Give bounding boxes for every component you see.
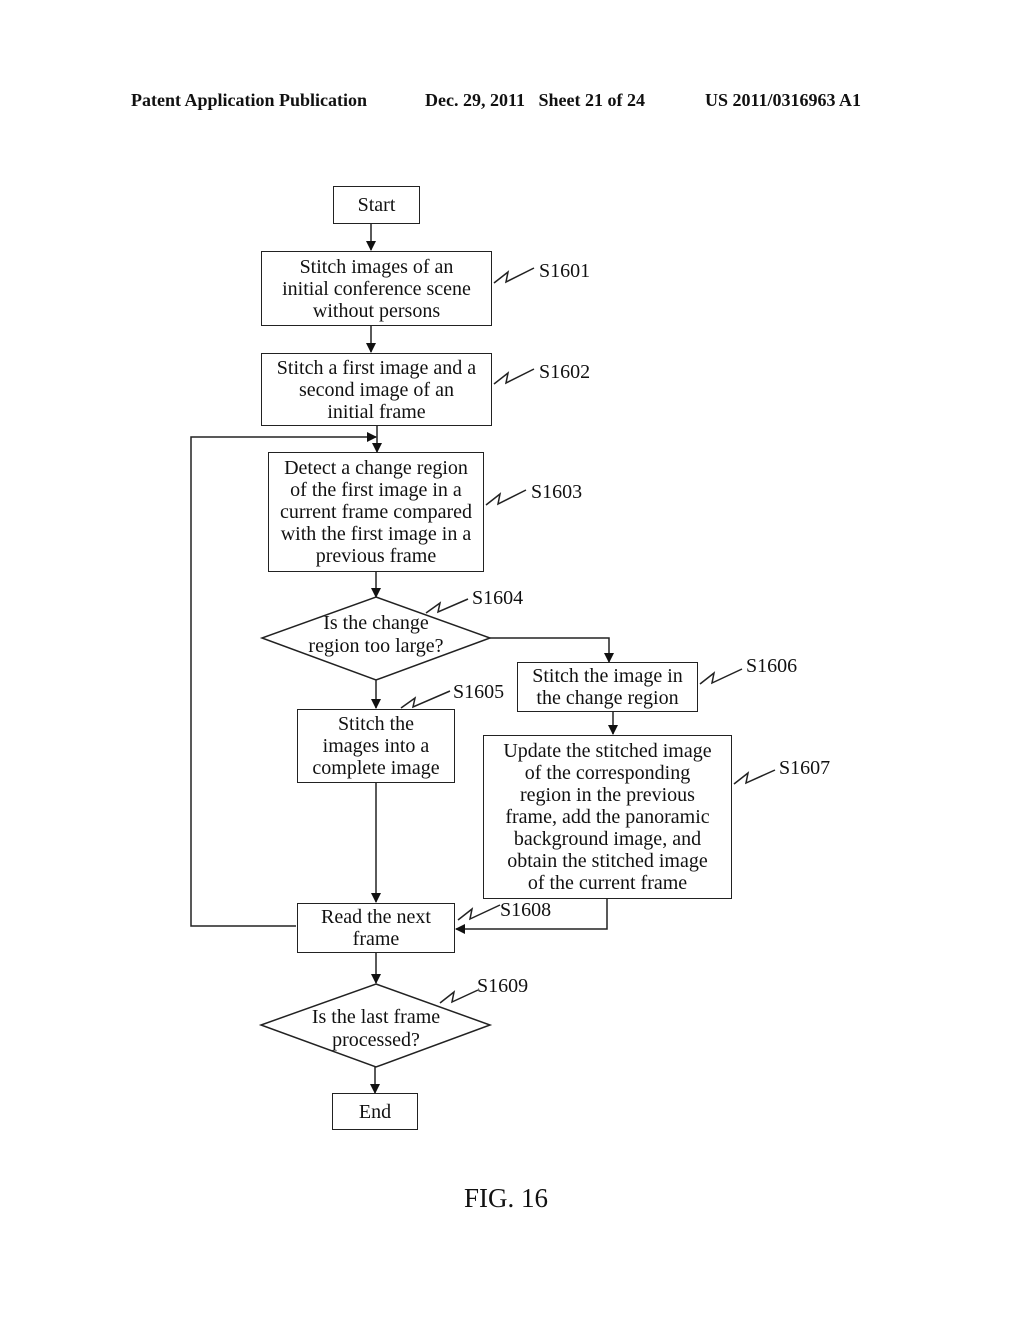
leader-s1609 <box>439 989 479 1004</box>
leader-s1606 <box>699 668 743 685</box>
step-s1605-box: Stitch the images into a complete image <box>297 709 455 783</box>
start-label: Start <box>357 194 396 216</box>
step-s1601-box: Stitch images of an initial conference s… <box>261 251 492 326</box>
leader-s1603 <box>485 489 527 506</box>
step-s1601-text: Stitch images of an initial conference s… <box>282 255 471 322</box>
step-s1603-box: Detect a change region of the first imag… <box>268 452 484 572</box>
step-s1605-label: S1605 <box>453 681 505 703</box>
step-s1604-question: Is the change region too large? <box>308 612 444 657</box>
step-s1603-label: S1603 <box>531 481 583 503</box>
start-terminal: Start <box>333 186 420 224</box>
step-s1605-text: Stitch the images into a complete image <box>312 713 440 779</box>
step-s1601-label: S1601 <box>539 260 591 282</box>
step-s1607-label: S1607 <box>779 757 831 779</box>
step-s1606-text: Stitch the image in the change region <box>532 665 683 709</box>
leader-s1608 <box>457 904 501 921</box>
step-s1604-label: S1604 <box>472 587 524 609</box>
step-s1609-label: S1609 <box>477 975 529 997</box>
step-s1608-box: Read the next frame <box>297 903 455 953</box>
end-terminal: End <box>332 1093 418 1130</box>
flowchart-connectors <box>190 223 776 1094</box>
step-s1608-text: Read the next frame <box>321 906 431 950</box>
leader-s1602 <box>493 368 535 385</box>
step-s1608-label: S1608 <box>500 899 552 921</box>
step-s1602-text: Stitch a first image and a second image … <box>276 356 477 423</box>
leader-s1605 <box>400 690 451 709</box>
leader-s1607 <box>733 769 776 785</box>
step-s1607-text: Update the stitched image of the corresp… <box>503 740 712 894</box>
step-s1604-text: Is the change region too large? <box>276 612 476 658</box>
step-s1603-text: Detect a change region of the first imag… <box>279 457 473 567</box>
step-s1602-label: S1602 <box>539 361 591 383</box>
leader-s1604 <box>425 598 469 614</box>
figure-label: FIG. 16 <box>464 1183 549 1213</box>
leader-s1601 <box>493 267 535 284</box>
step-s1602-box: Stitch a first image and a second image … <box>261 353 492 426</box>
step-s1606-label: S1606 <box>746 655 798 677</box>
step-s1609-question: Is the last frame processed? <box>311 1006 441 1051</box>
end-label: End <box>358 1100 392 1123</box>
step-s1607-box: Update the stitched image of the corresp… <box>483 735 732 899</box>
step-s1609-text: Is the last frame processed? <box>276 1006 476 1052</box>
arrow-s1604-s1606 <box>490 637 614 663</box>
step-s1606-box: Stitch the image in the change region <box>517 662 698 712</box>
